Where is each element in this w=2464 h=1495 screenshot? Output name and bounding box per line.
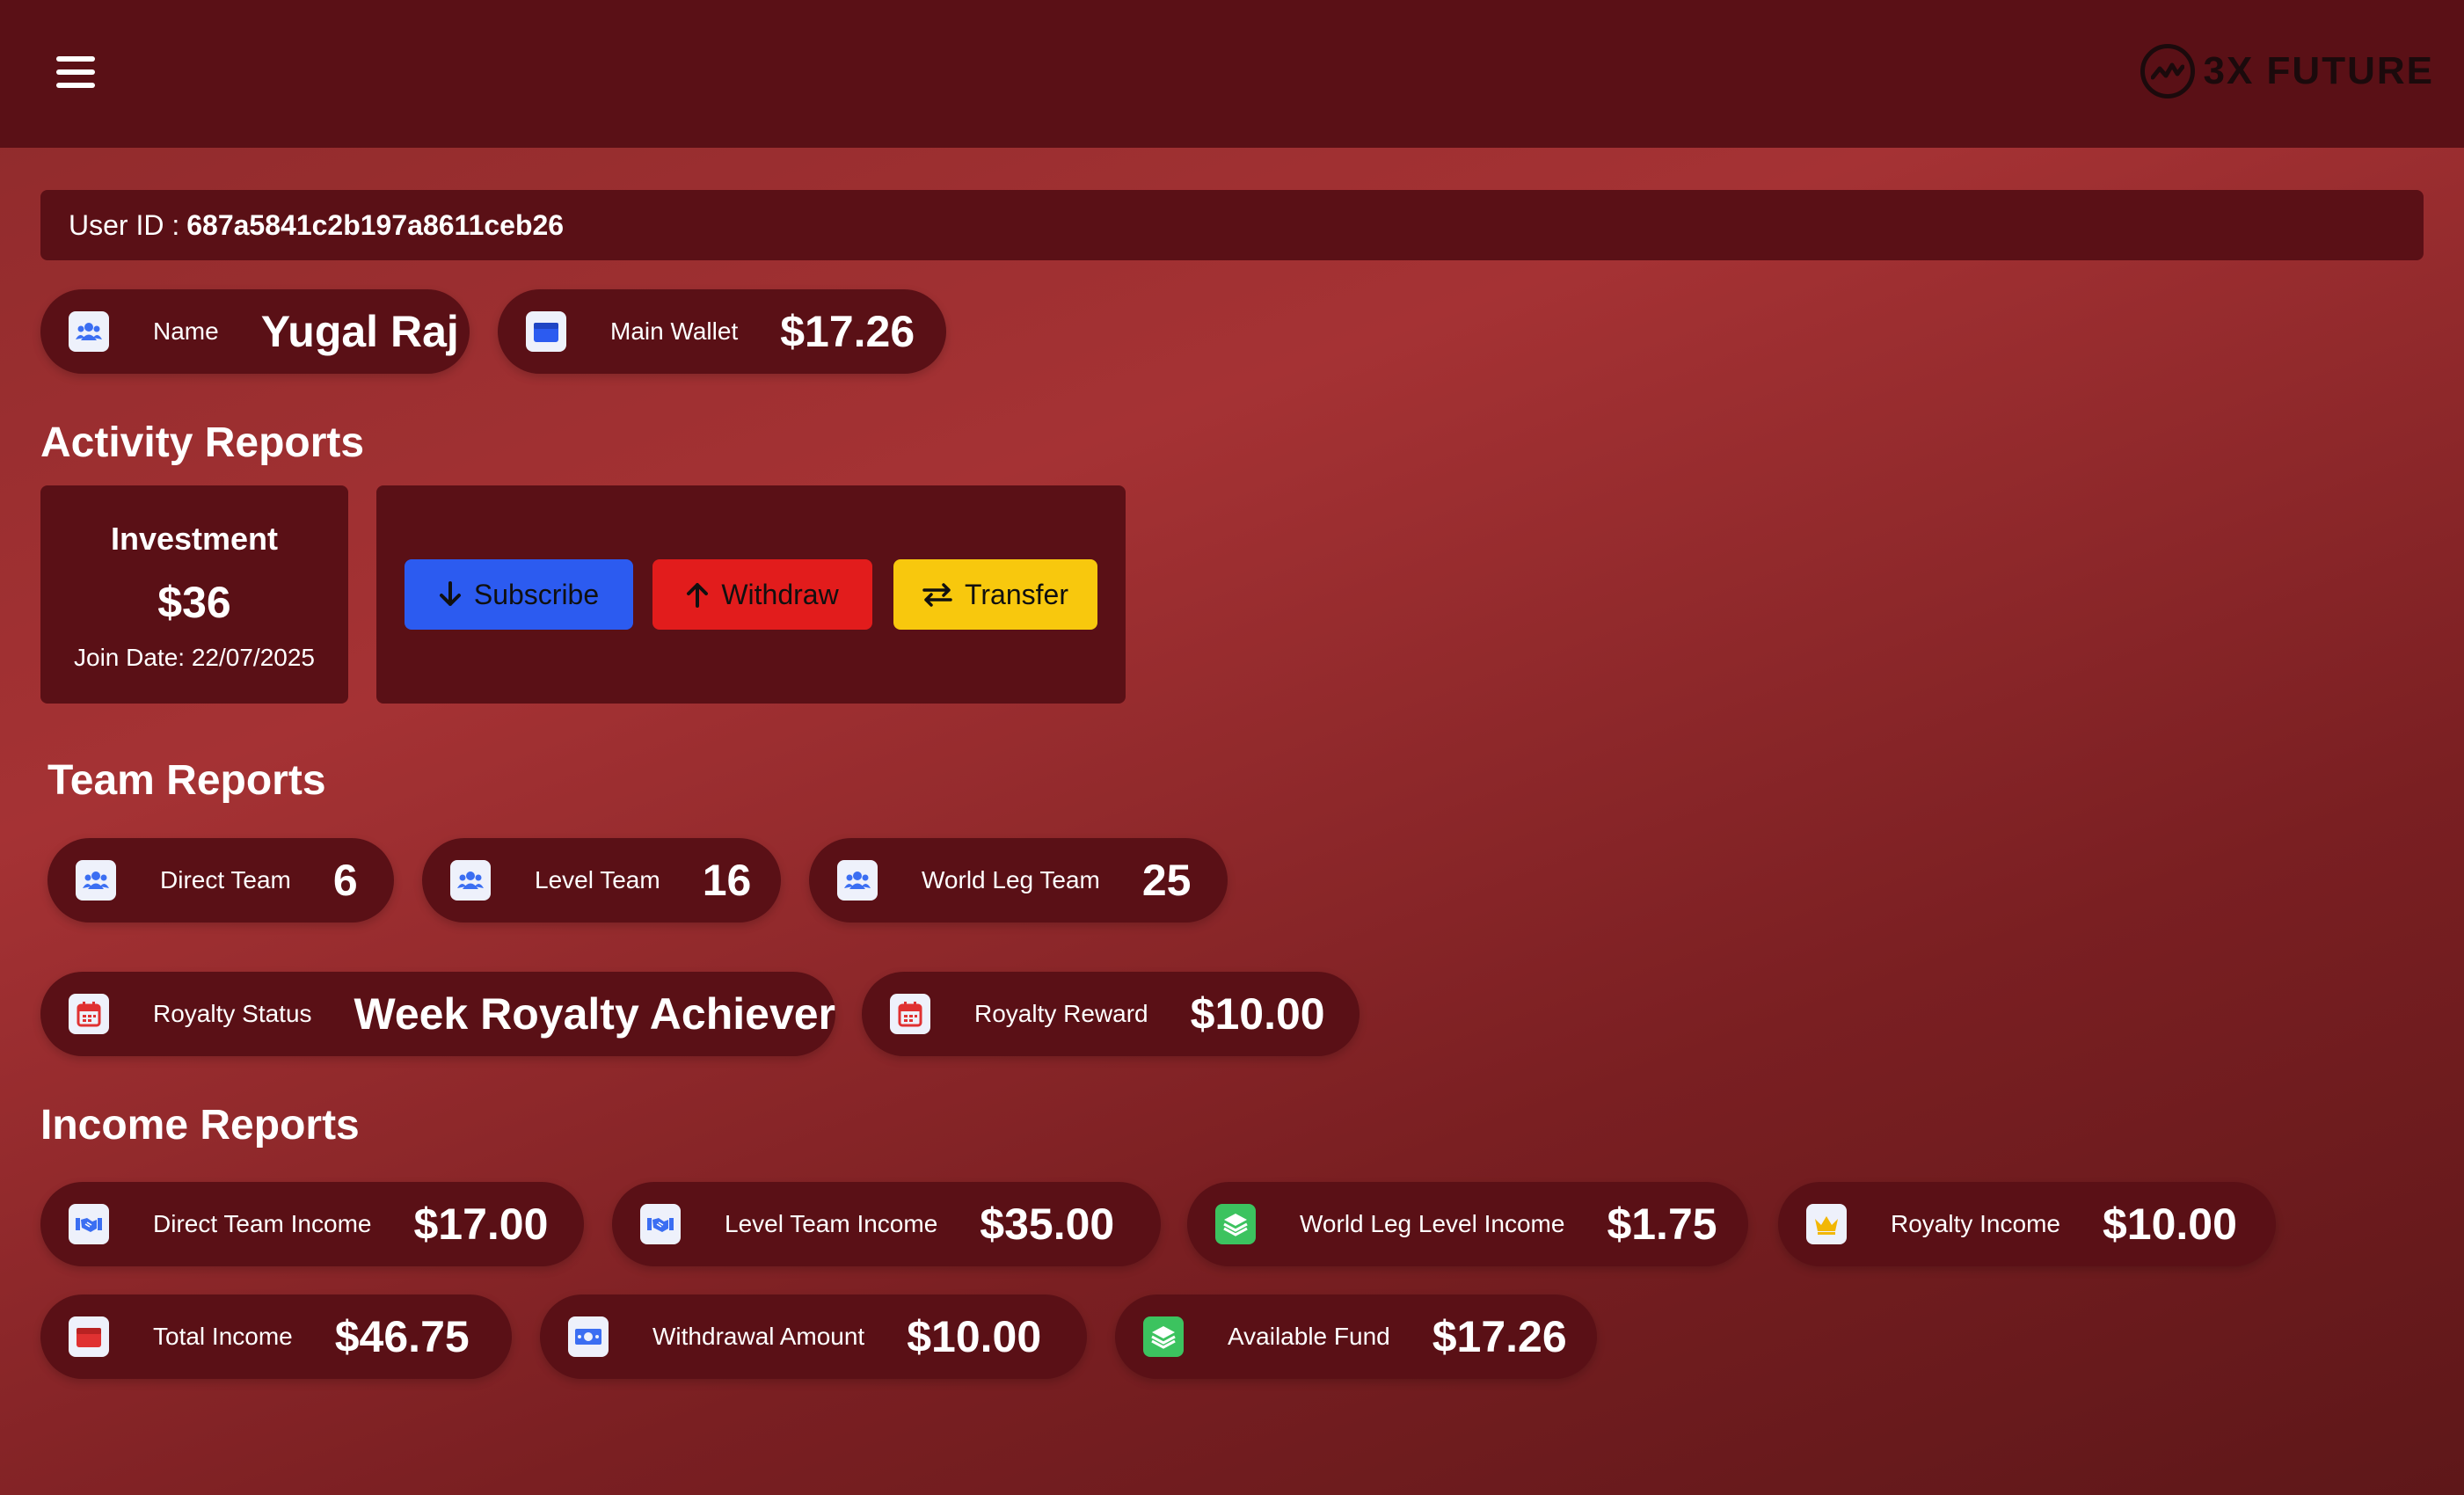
investment-card: Investment $36 Join Date: 22/07/2025 (40, 485, 348, 704)
calendar-icon (69, 994, 109, 1034)
name-value: Yugal Raj (260, 307, 459, 356)
transfer-button[interactable]: Transfer (893, 559, 1097, 630)
royalty-status-value: Week Royalty Achiever (354, 989, 836, 1039)
available-fund-label: Available Fund (1228, 1323, 1390, 1350)
level-team-label: Level Team (535, 866, 660, 893)
royalty-reward-value: $10.00 (1190, 989, 1325, 1039)
users-icon (450, 860, 491, 901)
world-leg-level-income-card: World Leg Level Income $1.75 (1187, 1182, 1748, 1266)
direct-team-income-card: Direct Team Income $17.00 (40, 1182, 584, 1266)
calendar-icon (890, 994, 930, 1034)
royalty-income-label: Royalty Income (1891, 1210, 2060, 1237)
money-bill-icon (568, 1316, 609, 1357)
available-fund-value: $17.26 (1432, 1312, 1567, 1361)
users-icon (76, 860, 116, 901)
total-income-label: Total Income (153, 1323, 293, 1350)
direct-team-label: Direct Team (160, 866, 291, 893)
withdraw-button[interactable]: Withdraw (652, 559, 872, 630)
world-leg-level-income-value: $1.75 (1607, 1200, 1717, 1249)
withdrawal-amount-value: $10.00 (907, 1312, 1042, 1361)
direct-team-income-label: Direct Team Income (153, 1210, 372, 1237)
main-wallet-value: $17.26 (780, 307, 915, 356)
brand-name: 3X FUTURE (2203, 49, 2434, 92)
users-icon (837, 860, 878, 901)
level-team-income-value: $35.00 (980, 1200, 1115, 1249)
world-leg-team-value: 25 (1141, 856, 1192, 905)
name-card: Name Yugal Raj (40, 289, 470, 374)
direct-team-value: 6 (332, 856, 358, 905)
wallet-icon (69, 1316, 109, 1357)
total-income-card: Total Income $46.75 (40, 1294, 512, 1379)
withdrawal-amount-card: Withdrawal Amount $10.00 (540, 1294, 1087, 1379)
royalty-status-card: Royalty Status Week Royalty Achiever (40, 972, 835, 1056)
direct-team-income-value: $17.00 (413, 1200, 549, 1249)
investment-title: Investment (110, 521, 279, 557)
arrow-down-icon (439, 581, 461, 606)
withdrawal-amount-label: Withdrawal Amount (652, 1323, 865, 1350)
user-id-value: 687a5841c2b197a8611ceb26 (186, 208, 565, 241)
total-income-value: $46.75 (334, 1312, 470, 1361)
team-reports-title: Team Reports (47, 757, 326, 804)
level-team-income-card: Level Team Income $35.00 (612, 1182, 1161, 1266)
users-icon (69, 311, 109, 352)
layers-icon (1215, 1204, 1256, 1244)
transfer-arrows-icon (922, 583, 952, 607)
brand-logo[interactable]: 3X FUTURE (2140, 44, 2434, 98)
arrow-up-icon (687, 583, 709, 608)
level-team-value: 16 (702, 856, 752, 905)
chart-pulse-icon (2140, 44, 2195, 98)
level-team-card: Level Team 16 (422, 838, 781, 923)
transfer-label: Transfer (965, 578, 1068, 610)
main-wallet-label: Main Wallet (610, 317, 739, 345)
world-leg-team-label: World Leg Team (922, 866, 1100, 893)
handshake-icon (69, 1204, 109, 1244)
activity-reports-title: Activity Reports (40, 419, 365, 466)
available-fund-card: Available Fund $17.26 (1115, 1294, 1597, 1379)
crown-icon (1806, 1204, 1847, 1244)
income-reports-title: Income Reports (40, 1102, 360, 1149)
royalty-income-card: Royalty Income $10.00 (1778, 1182, 2276, 1266)
name-label: Name (153, 317, 219, 345)
withdraw-label: Withdraw (721, 578, 839, 610)
world-leg-team-card: World Leg Team 25 (809, 838, 1228, 923)
subscribe-label: Subscribe (473, 578, 600, 610)
join-date: Join Date: 22/07/2025 (74, 644, 315, 671)
hamburger-menu-icon[interactable] (56, 56, 95, 91)
direct-team-card: Direct Team 6 (47, 838, 394, 923)
royalty-reward-card: Royalty Reward $10.00 (862, 972, 1360, 1056)
level-team-income-label: Level Team Income (725, 1210, 938, 1237)
investment-value: $36 (157, 578, 231, 627)
subscribe-button[interactable]: Subscribe (405, 559, 633, 630)
royalty-status-label: Royalty Status (153, 1000, 312, 1027)
handshake-icon (640, 1204, 681, 1244)
user-id-label: User ID : (69, 208, 180, 241)
royalty-income-value: $10.00 (2102, 1200, 2237, 1249)
world-leg-level-income-label: World Leg Level Income (1300, 1210, 1565, 1237)
user-id-bar: User ID : 687a5841c2b197a8611ceb26 (40, 190, 2424, 260)
layers-icon (1143, 1316, 1184, 1357)
top-bar: 3X FUTURE (0, 0, 2464, 148)
royalty-reward-label: Royalty Reward (974, 1000, 1148, 1027)
wallet-icon (526, 311, 566, 352)
main-wallet-card: Main Wallet $17.26 (498, 289, 946, 374)
actions-card: Subscribe Withdraw Transfer (376, 485, 1126, 704)
